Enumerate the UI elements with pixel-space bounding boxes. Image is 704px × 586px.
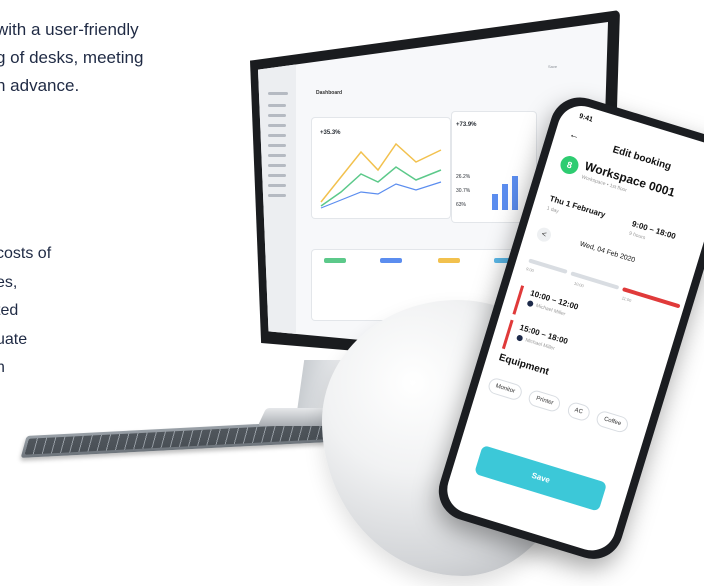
booking-duration: 1 day xyxy=(545,205,560,215)
avatar xyxy=(515,334,524,342)
stat-1: 26.2% xyxy=(456,174,471,180)
dashboard-save-button[interactable]: Save xyxy=(548,64,557,69)
mini-bar-chart xyxy=(492,176,518,210)
kpi-side: +73.9% xyxy=(456,122,477,128)
equipment-chip-printer[interactable]: Printer xyxy=(527,388,563,414)
timeline-label: 11:00 xyxy=(621,295,633,303)
equipment-chip-monitor[interactable]: Monitor xyxy=(486,376,524,402)
mini-bar xyxy=(512,176,518,210)
back-arrow-icon[interactable]: ← xyxy=(568,129,581,142)
line-series-blue xyxy=(320,181,442,209)
mini-bar xyxy=(502,184,508,210)
equipment-chip-ac[interactable]: AC xyxy=(565,400,592,423)
cost-line: es, xyxy=(0,273,18,291)
selected-day: Wed, 04 Feb 2020 xyxy=(578,240,636,265)
intro-line: with a user-friendly xyxy=(0,20,139,39)
cost-line: n xyxy=(0,359,5,376)
workspace-badge: 8 xyxy=(558,153,581,177)
dashboard-title: Dashboard xyxy=(316,90,343,96)
table-tag-yellow xyxy=(438,258,460,263)
cost-line: uate xyxy=(0,330,28,348)
table-tag-blue xyxy=(380,258,402,263)
save-button[interactable]: Save xyxy=(474,444,608,512)
booking-date[interactable]: Thu 1 February xyxy=(549,194,607,220)
stat-3: 63% xyxy=(456,202,467,208)
dashboard-line-chart xyxy=(320,142,442,209)
intro-line: n advance. xyxy=(0,76,80,95)
previous-day-button[interactable]: < xyxy=(535,225,553,244)
intro-paragraph: with a user-friendly g of desks, meeting… xyxy=(0,16,143,100)
stat-2: 30.7% xyxy=(456,188,471,194)
table-tag-green xyxy=(324,258,346,263)
cost-line: ted xyxy=(0,302,19,319)
equipment-chip-coffee[interactable]: Coffee xyxy=(595,409,630,435)
timeline-label: 9:00 xyxy=(525,266,535,274)
booking-hours-subtitle: 9 hours xyxy=(628,230,646,242)
line-series-green xyxy=(320,166,442,207)
avatar xyxy=(526,299,534,308)
timeline-free-segment xyxy=(528,258,568,274)
status-time: 9:41 xyxy=(578,112,594,124)
cost-line: costs of xyxy=(0,245,52,262)
cost-paragraph: costs of es, ted uate n xyxy=(0,240,51,383)
intro-line: g of desks, meeting xyxy=(0,48,144,67)
mini-bar xyxy=(492,194,498,210)
timeline-label: 10:00 xyxy=(573,280,585,289)
